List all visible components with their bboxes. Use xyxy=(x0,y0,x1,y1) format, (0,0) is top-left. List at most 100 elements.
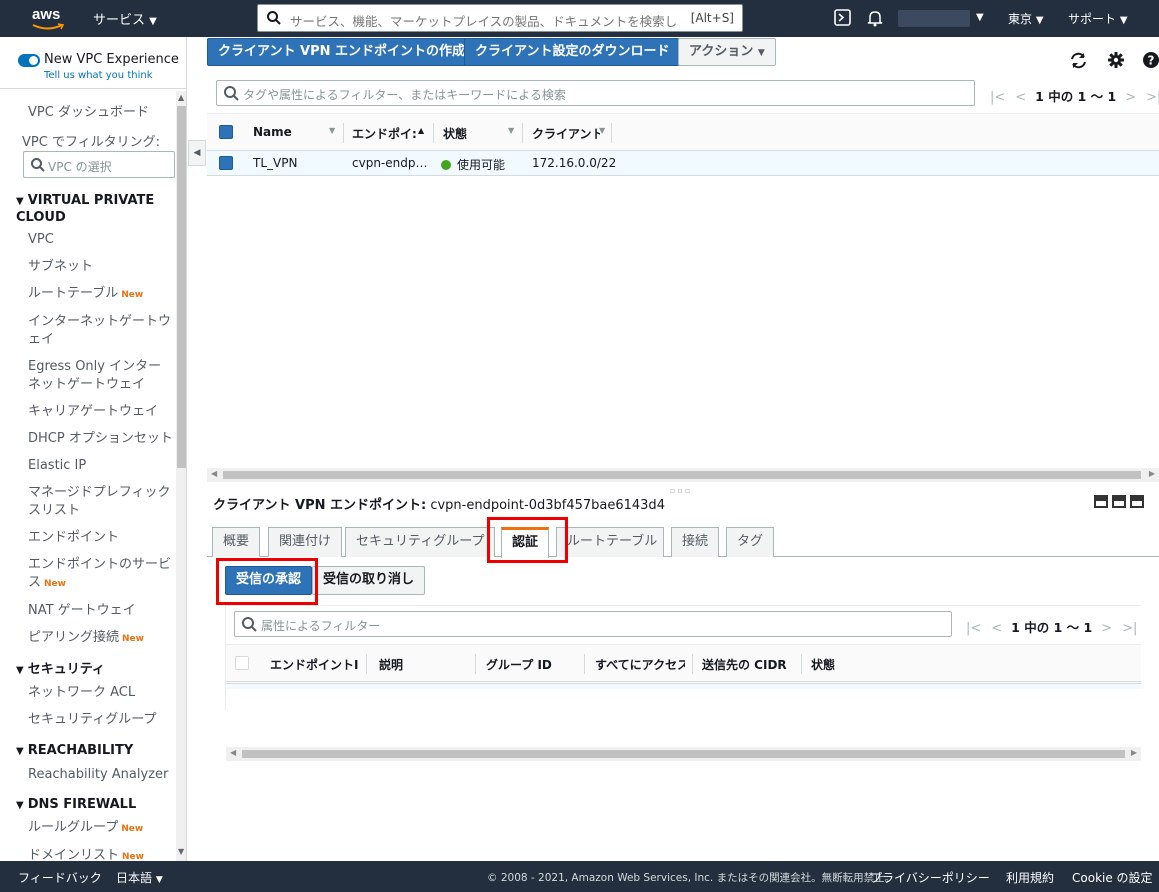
aws-logo[interactable]: aws xyxy=(30,6,66,32)
main-table-hscrollbar[interactable]: ◀ ▶ xyxy=(207,468,1159,482)
create-endpoint-button[interactable]: クライアント VPN エンドポイントの作成 xyxy=(207,38,477,66)
scroll-right-icon[interactable]: ▶ xyxy=(1149,469,1155,478)
column-header-state[interactable]: 状態 xyxy=(443,125,467,142)
endpoint-filter-input[interactable]: タグや属性によるフィルター、またはキーワードによる検索 xyxy=(216,80,975,106)
tab-security-groups[interactable]: セキュリティグループ xyxy=(345,527,496,557)
tab-associations[interactable]: 関連付け xyxy=(268,527,343,557)
sidebar-item-rule-group[interactable]: ルールグループ New xyxy=(28,819,174,838)
column-header-client[interactable]: クライアント xyxy=(532,125,600,142)
sidebar-scrollbar[interactable]: ▲ ▼ xyxy=(176,91,186,861)
select-all-checkbox[interactable] xyxy=(235,656,249,670)
tab-authorization[interactable]: 認証 xyxy=(501,527,550,558)
sort-icon[interactable]: ▼ xyxy=(599,126,605,135)
sidebar-item-internet-gateway[interactable]: インターネットゲートウェイ xyxy=(28,313,174,349)
column-header-access-all[interactable]: すべてにアクセス xyxy=(595,656,685,673)
refresh-icon[interactable] xyxy=(1069,51,1088,70)
sidebar-item-elastic-ip[interactable]: Elastic IP xyxy=(28,457,174,475)
cloudshell-icon[interactable] xyxy=(834,9,852,27)
download-config-button[interactable]: クライアント設定のダウンロード xyxy=(464,38,681,66)
select-all-checkbox[interactable] xyxy=(219,125,233,139)
scroll-left-icon[interactable]: ◀ xyxy=(230,748,236,757)
sidebar-item-endpoint-service[interactable]: エンドポイントのサービス New xyxy=(28,556,174,593)
section-virtual-private-cloud[interactable]: ▼ VIRTUAL PRIVATE CLOUD xyxy=(16,193,176,226)
sidebar-item-dashboard[interactable]: VPC ダッシュボード xyxy=(28,104,174,122)
feedback-link[interactable]: フィードバック xyxy=(18,869,102,886)
prev-page-icon[interactable]: < xyxy=(991,621,1002,636)
last-page-icon[interactable]: >| xyxy=(1146,90,1159,105)
tab-tags[interactable]: タグ xyxy=(726,527,775,557)
sidebar-item-reachability-analyzer[interactable]: Reachability Analyzer xyxy=(28,766,174,784)
sort-icon[interactable]: ▼ xyxy=(329,126,335,135)
sidebar-item-nat-gateway[interactable]: NAT ゲートウェイ xyxy=(28,602,174,620)
services-menu[interactable]: サービス ▼ xyxy=(93,9,157,28)
bell-icon[interactable] xyxy=(866,9,884,27)
column-header-destination-cidr[interactable]: 送信先の CIDR xyxy=(702,656,787,673)
tab-connections[interactable]: 接続 xyxy=(671,527,720,557)
tab-summary[interactable]: 概要 xyxy=(212,527,261,557)
scrollbar-thumb[interactable] xyxy=(242,750,1125,758)
gear-icon[interactable] xyxy=(1107,51,1125,69)
row-checkbox[interactable] xyxy=(219,156,233,170)
sidebar-item-subnet[interactable]: サブネット xyxy=(28,258,174,276)
cookie-settings-link[interactable]: Cookie の設定 xyxy=(1072,869,1153,886)
section-reachability[interactable]: ▼ REACHABILITY xyxy=(16,743,176,760)
sidebar-item-egress-only-igw[interactable]: Egress Only インターネットゲートウェイ xyxy=(28,358,174,394)
sort-icon[interactable]: ▼ xyxy=(508,126,514,135)
prev-page-icon[interactable]: < xyxy=(1015,90,1026,105)
authorize-ingress-button[interactable]: 受信の承認 xyxy=(225,566,313,595)
column-header-endpoint[interactable]: エンドポイ: xyxy=(352,125,420,142)
sidebar-item-managed-prefix-list[interactable]: マネージドプレフィックスリスト xyxy=(28,484,174,520)
sidebar-item-dhcp-options[interactable]: DHCP オプションセット xyxy=(28,430,174,448)
sidebar-item-route-table[interactable]: ルートテーブル New xyxy=(28,285,174,304)
next-page-icon[interactable]: > xyxy=(1125,90,1136,105)
next-page-icon[interactable]: > xyxy=(1101,621,1112,636)
support-menu[interactable]: サポート ▼ xyxy=(1068,10,1128,27)
scroll-down-icon[interactable]: ▼ xyxy=(178,847,184,856)
scroll-left-icon[interactable]: ◀ xyxy=(211,469,217,478)
help-icon[interactable]: ? xyxy=(1142,51,1159,69)
revoke-ingress-button[interactable]: 受信の取り消し xyxy=(312,566,426,595)
actions-menu-button[interactable]: アクション ▼ xyxy=(678,38,776,66)
sort-asc-icon[interactable]: ▲ xyxy=(418,126,424,135)
section-dns-firewall[interactable]: ▼ DNS FIREWALL xyxy=(16,797,176,814)
layout-full-icon[interactable] xyxy=(1130,495,1144,508)
last-page-icon[interactable]: >| xyxy=(1122,621,1137,636)
first-page-icon[interactable]: |< xyxy=(966,621,981,636)
language-selector[interactable]: 日本語 ▼ xyxy=(116,869,163,886)
table-row[interactable] xyxy=(226,683,1141,689)
column-header-name[interactable]: Name xyxy=(253,125,292,139)
column-header-endpoint-id[interactable]: エンドポイントI xyxy=(270,656,362,673)
collapse-sidebar-button[interactable]: ◀ xyxy=(188,140,206,166)
account-menu[interactable] xyxy=(898,10,970,27)
table-row[interactable]: TL_VPN cvpn-endp… 使用可能 172.16.0.0/22 xyxy=(207,151,1159,176)
sidebar-item-network-acl[interactable]: ネットワーク ACL xyxy=(28,684,174,702)
feedback-link[interactable]: Tell us what you think xyxy=(44,70,153,81)
authorization-filter-input[interactable]: 属性によるフィルター xyxy=(234,611,952,637)
terms-link[interactable]: 利用規約 xyxy=(1006,869,1054,886)
column-header-group-id[interactable]: グループ ID xyxy=(486,656,552,673)
section-security[interactable]: ▼ セキュリティ xyxy=(16,662,176,679)
tab-route-table[interactable]: ルートテーブル xyxy=(556,527,664,557)
authorization-table-hscrollbar[interactable]: ◀ ▶ xyxy=(226,747,1141,761)
vpc-filter-select[interactable]: VPC の選択 xyxy=(23,151,175,178)
column-header-state[interactable]: 状態 xyxy=(811,656,835,673)
sidebar-item-domain-list[interactable]: ドメインリスト New xyxy=(28,847,174,861)
region-menu[interactable]: 東京 ▼ xyxy=(1008,10,1044,27)
scroll-right-icon[interactable]: ▶ xyxy=(1131,748,1137,757)
global-search-input[interactable]: サービス、機能、マーケットプレイスの製品、ドキュメントを検索し [Alt+S] xyxy=(257,4,743,32)
sidebar-item-vpc[interactable]: VPC xyxy=(28,231,174,249)
scrollbar-thumb[interactable] xyxy=(177,106,186,468)
sidebar-item-peering[interactable]: ピアリング接続 New xyxy=(28,629,174,648)
sidebar-item-endpoint[interactable]: エンドポイント xyxy=(28,529,174,547)
scroll-up-icon[interactable]: ▲ xyxy=(178,93,184,102)
sidebar-item-carrier-gateway[interactable]: キャリアゲートウェイ xyxy=(28,403,174,421)
layout-bottom-icon[interactable] xyxy=(1094,495,1108,508)
column-header-description[interactable]: 説明 xyxy=(379,656,403,673)
privacy-link[interactable]: プライバシーポリシー xyxy=(870,869,990,886)
pane-resize-handle[interactable]: ▫▫▫ xyxy=(670,486,692,495)
first-page-icon[interactable]: |< xyxy=(990,90,1005,105)
sidebar-item-security-group[interactable]: セキュリティグループ xyxy=(28,711,174,729)
scrollbar-thumb[interactable] xyxy=(223,471,1141,479)
layout-split-icon[interactable] xyxy=(1112,495,1126,508)
new-vpc-experience-toggle[interactable] xyxy=(18,54,40,67)
